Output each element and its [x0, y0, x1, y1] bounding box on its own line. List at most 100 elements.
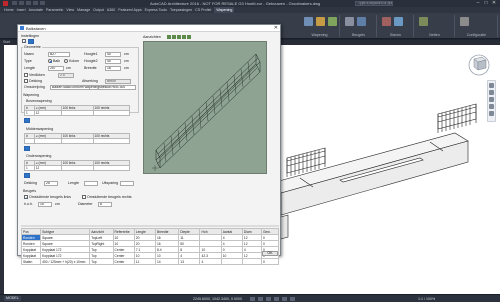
orbit-icon[interactable]	[489, 97, 494, 102]
hoogte1-field[interactable]: 40	[105, 52, 121, 57]
beugels-links-checkbox[interactable]	[24, 195, 28, 200]
model-tab[interactable]: MODEL	[4, 296, 21, 301]
rebar-preview-viewport[interactable]	[143, 41, 267, 174]
view-top-icon[interactable]	[167, 35, 171, 39]
viewcube-icon[interactable]	[466, 50, 492, 76]
showmotion-icon[interactable]	[489, 104, 494, 109]
hoh-field[interactable]: 15	[38, 202, 52, 207]
ribbon-group-label: Wapening	[311, 33, 328, 37]
lineweight-toggle-icon[interactable]	[290, 297, 295, 301]
preview-label: Aanzichten	[143, 35, 161, 39]
net-tool-icon[interactable]	[419, 17, 428, 26]
table-cell[interactable]: Center	[112, 258, 135, 265]
type-balk-radio[interactable]	[48, 59, 52, 63]
bovenwapening-color-swatch[interactable]	[24, 118, 30, 123]
grid-cell[interactable]: 1	[24, 110, 35, 116]
redo-icon[interactable]	[40, 1, 45, 5]
grid-cell[interactable]	[60, 165, 94, 171]
type-kolom-radio[interactable]	[64, 59, 68, 63]
grid-cell[interactable]: 1	[24, 165, 35, 171]
osnap-toggle-icon[interactable]	[282, 297, 287, 301]
ok-button[interactable]: OK	[262, 251, 278, 256]
pan-icon[interactable]	[489, 83, 494, 88]
onderwapening-grid[interactable]: # ⌀ (mm) 100 links 100 rechts 1 12	[24, 160, 131, 171]
lengte2-field[interactable]	[84, 181, 98, 186]
steering-wheel-icon[interactable]	[489, 111, 494, 116]
afwerking-select[interactable]: Beton	[105, 79, 131, 84]
grid-cell[interactable]	[60, 110, 94, 116]
lengte-label: Lengte	[24, 66, 35, 70]
ortho-toggle-icon[interactable]	[266, 297, 271, 301]
uitsparing-field[interactable]	[120, 181, 134, 186]
view-front-icon[interactable]	[172, 35, 176, 39]
minimize-icon[interactable]: –	[474, 0, 482, 7]
uitsparing-label: Uitsparing	[102, 181, 119, 185]
table-cell[interactable]: 13	[178, 258, 201, 265]
autocad-app-icon[interactable]	[3, 1, 8, 6]
undo-icon[interactable]	[33, 1, 38, 5]
table-cell[interactable]: 14	[154, 258, 180, 265]
rebar-tool-icon[interactable]	[304, 17, 313, 26]
maximize-icon[interactable]: □	[482, 0, 490, 7]
beugels-diameter-field[interactable]: 8	[98, 202, 112, 207]
view-side-icon[interactable]	[177, 35, 181, 39]
settings-checkbox[interactable]	[22, 39, 26, 44]
onderwapening-color-swatch[interactable]	[24, 173, 30, 178]
snap-toggle-icon[interactable]	[258, 297, 263, 301]
hoogte2-field[interactable]: 40	[105, 59, 121, 64]
settings-tool-icon[interactable]	[460, 17, 469, 26]
search-input[interactable]: Type a keyword or phrase	[355, 1, 393, 6]
table-row[interactable]: Stalen 400 / 125mm + h(20) x 10mm Top Ce…	[20, 258, 280, 265]
beam-tool-icon[interactable]	[316, 17, 325, 26]
middenwapening-color-swatch[interactable]	[24, 146, 30, 151]
bovenwapening-grid[interactable]: # ⌀ (mm) 100 links 100 rechts 1 12	[24, 105, 131, 116]
grid-cell[interactable]	[92, 138, 131, 144]
open-icon[interactable]	[19, 1, 24, 5]
dekking-field[interactable]: 2.5	[58, 73, 74, 78]
dekking2-field[interactable]: 25	[44, 181, 58, 186]
grid-cell[interactable]: 12	[33, 110, 62, 116]
dialog-close-icon[interactable]: ✕	[274, 25, 278, 32]
grid-toggle-icon[interactable]	[250, 297, 255, 301]
view-iso-icon[interactable]	[182, 35, 186, 39]
table-horizontal-scrollbar[interactable]	[21, 225, 279, 227]
stirrup-tool-icon[interactable]	[345, 17, 354, 26]
settings-color-swatch[interactable]	[28, 39, 34, 44]
table-cell[interactable]: Stalen	[20, 258, 42, 265]
table-cell[interactable]	[241, 258, 262, 265]
grid-cell[interactable]	[33, 138, 62, 144]
close-icon[interactable]: ✕	[490, 0, 498, 7]
status-toggles	[250, 297, 295, 301]
bar-tool-icon[interactable]	[357, 17, 366, 26]
breedte-field[interactable]: 18	[105, 66, 121, 71]
grid-cell[interactable]	[60, 138, 94, 144]
polar-toggle-icon[interactable]	[274, 297, 279, 301]
hoh-label: h.o.h.	[24, 202, 33, 206]
dekking-checkbox[interactable]	[24, 79, 28, 83]
beugels-rechts-checkbox[interactable]	[82, 195, 86, 199]
staff-tool-icon[interactable]	[382, 17, 391, 26]
middenwapening-grid[interactable]: # ⌀ (mm) 100 links 100 rechts	[24, 133, 131, 144]
grid-cell[interactable]	[92, 110, 131, 116]
lengte-field[interactable]: 257	[48, 66, 64, 71]
annotation-scale[interactable]: 1:1 / 100%	[418, 296, 435, 302]
save-icon[interactable]	[26, 1, 31, 5]
table-cell[interactable]: Top	[89, 258, 114, 265]
naam-field[interactable]: B27	[48, 52, 70, 57]
mesh-tool-icon[interactable]	[328, 17, 337, 26]
grid-cell[interactable]	[92, 165, 131, 171]
table-cell[interactable]: 400 / 125mm + h(20) x 10mm	[40, 258, 91, 265]
grid-cell[interactable]	[24, 138, 35, 144]
balkstaven-dialog: Balkstaven ✕ Instellingen Geometrie Naam…	[17, 24, 281, 265]
zoom-icon[interactable]	[489, 90, 494, 95]
table-cell[interactable]: 0	[260, 258, 280, 265]
table-cell[interactable]: 11	[133, 258, 156, 265]
verdikken-checkbox[interactable]	[24, 73, 28, 77]
grid-cell[interactable]: 12	[33, 165, 62, 171]
table-cell[interactable]: 4	[199, 258, 222, 265]
table-cell[interactable]	[220, 258, 243, 265]
new-icon[interactable]	[12, 1, 17, 5]
view-refresh-icon[interactable]	[187, 35, 191, 39]
list-tool-icon[interactable]	[394, 17, 403, 26]
omschrijving-field[interactable]: Balken staal conform wapeningsbesluit HE…	[50, 85, 136, 90]
